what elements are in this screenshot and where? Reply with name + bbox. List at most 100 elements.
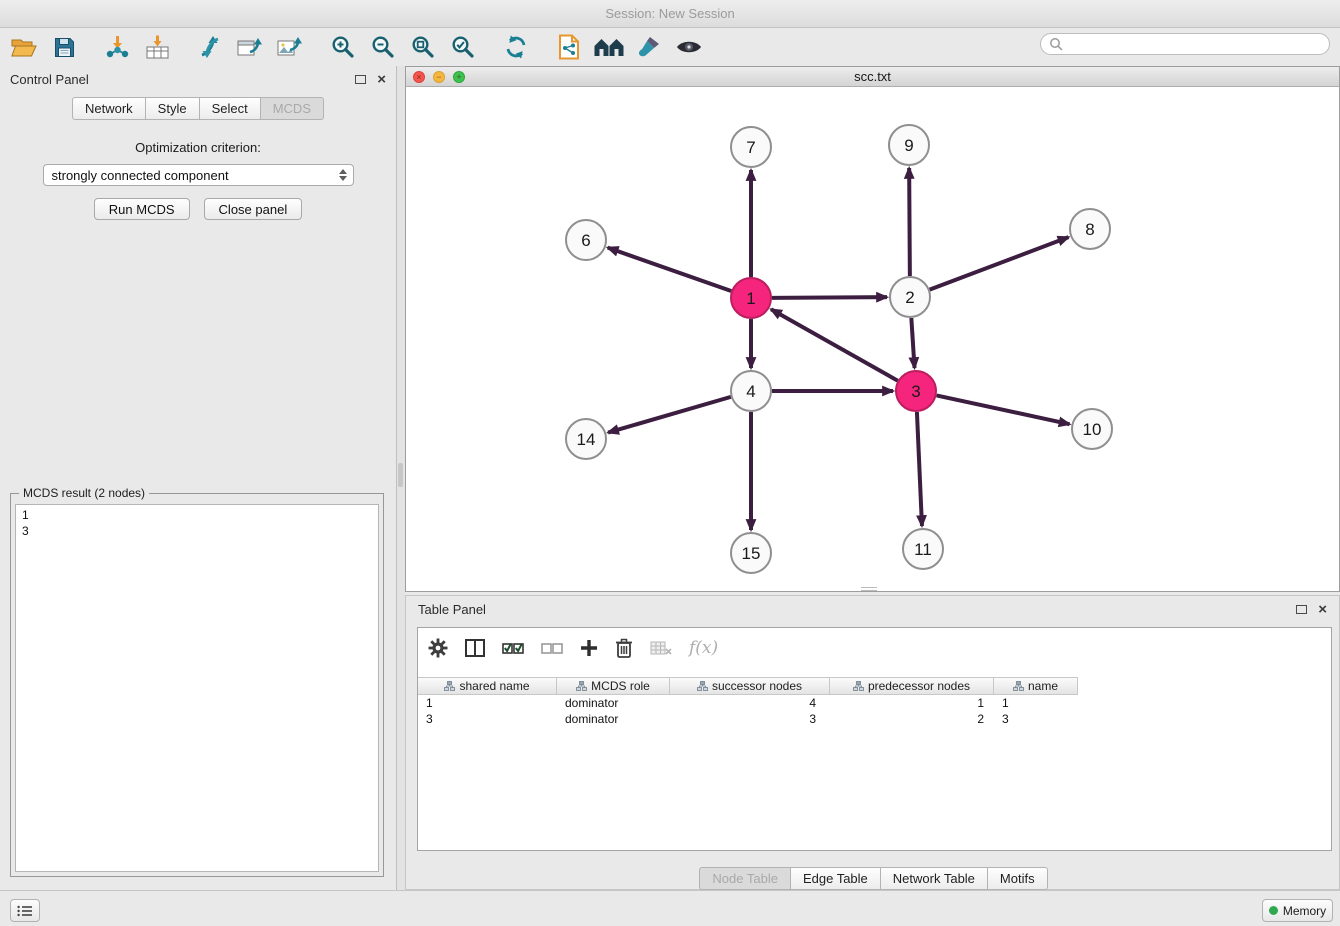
search-box[interactable] (1040, 33, 1330, 55)
zoom-in-button[interactable] (323, 30, 363, 64)
column-header-name[interactable]: name (994, 677, 1078, 695)
float-panel-icon[interactable] (355, 75, 366, 84)
task-history-button[interactable] (10, 899, 40, 922)
memory-status-icon (1269, 906, 1278, 915)
zoom-fit-button[interactable] (403, 30, 443, 64)
document-share-button[interactable] (549, 30, 589, 64)
graph-edge-2-9[interactable] (909, 168, 910, 276)
zoom-out-button[interactable] (363, 30, 403, 64)
memory-label: Memory (1283, 904, 1326, 918)
mcds-result-title: MCDS result (2 nodes) (19, 486, 149, 500)
delete-table-button[interactable] (650, 640, 672, 656)
tab-network[interactable]: Network (72, 97, 146, 120)
tab-network-table[interactable]: Network Table (881, 867, 988, 890)
column-header-mcds-role[interactable]: MCDS role (557, 677, 670, 695)
search-input[interactable] (1068, 37, 1321, 51)
unchecked-boxes-icon (541, 640, 563, 656)
window-resize-grip[interactable] (861, 587, 877, 591)
add-column-button[interactable] (580, 639, 598, 657)
graph-node-label: 14 (577, 430, 596, 449)
document-share-icon (558, 34, 580, 60)
zoom-in-icon (331, 35, 355, 59)
table-panel-title: Table Panel (418, 602, 486, 617)
graph-edge-4-14[interactable] (608, 397, 731, 433)
graph-edge-3-1[interactable] (771, 309, 898, 380)
select-all-button[interactable] (502, 640, 524, 656)
graph-edge-1-6[interactable] (608, 248, 731, 291)
graph-node-label: 9 (904, 136, 913, 155)
style-brush-button[interactable] (629, 30, 669, 64)
float-table-panel-icon[interactable] (1296, 605, 1307, 614)
tab-edge-table[interactable]: Edge Table (791, 867, 881, 890)
delete-table-icon (650, 640, 672, 656)
optimization-criterion-label: Optimization criterion: (0, 140, 396, 155)
graph-node-label: 4 (746, 382, 755, 401)
graph-node-label: 3 (911, 382, 920, 401)
graph-edge-3-10[interactable] (937, 395, 1070, 424)
export-image-button[interactable] (270, 30, 310, 64)
export-network-button[interactable] (230, 30, 270, 64)
tab-mcds[interactable]: MCDS (261, 97, 324, 120)
table-header-row: shared name MCDS role successor (418, 677, 1331, 695)
column-header-shared-name[interactable]: shared name (418, 677, 557, 695)
mcds-result-list[interactable]: 1 3 (15, 504, 379, 872)
tab-select[interactable]: Select (200, 97, 261, 120)
close-panel-icon[interactable] (377, 72, 386, 87)
open-file-button[interactable] (4, 30, 44, 64)
list-icon (17, 905, 33, 917)
memory-button[interactable]: Memory (1262, 899, 1333, 922)
import-network-button[interactable] (97, 30, 137, 64)
attribute-icon (444, 681, 455, 691)
optimization-select[interactable]: strongly connected component (43, 164, 354, 186)
import-table-button[interactable] (137, 30, 177, 64)
network-graph[interactable]: 7968124314101511 (406, 87, 1339, 591)
attribute-icon (576, 681, 587, 691)
control-panel-title: Control Panel (10, 72, 89, 87)
delete-column-button[interactable] (615, 638, 633, 658)
checked-boxes-icon (502, 640, 524, 656)
table-row[interactable]: 1 dominator 4 1 1 (418, 695, 1331, 711)
splitter-handle[interactable] (398, 463, 403, 487)
column-header-successor-nodes[interactable]: successor nodes (670, 677, 830, 695)
deselect-all-button[interactable] (541, 640, 563, 656)
refresh-view-button[interactable] (496, 30, 536, 64)
run-mcds-button[interactable]: Run MCDS (94, 198, 190, 220)
minimize-window-button[interactable] (433, 71, 445, 83)
tab-style[interactable]: Style (146, 97, 200, 120)
close-panel-button[interactable]: Close panel (204, 198, 303, 220)
graph-node-label: 1 (746, 289, 755, 308)
panel-splitter[interactable] (397, 66, 405, 890)
graph-edge-2-3[interactable] (911, 318, 914, 368)
save-session-button[interactable] (44, 30, 84, 64)
network-arrows-button[interactable] (190, 30, 230, 64)
gear-icon (428, 638, 448, 658)
network-canvas[interactable]: 7968124314101511 (406, 87, 1339, 591)
table-row[interactable]: 3 dominator 3 2 3 (418, 711, 1331, 727)
tab-node-table[interactable]: Node Table (699, 867, 791, 890)
mcds-result-line: 3 (22, 523, 372, 539)
export-image-icon (277, 35, 303, 59)
column-header-predecessor-nodes[interactable]: predecessor nodes (830, 677, 994, 695)
graph-edge-2-8[interactable] (930, 237, 1069, 289)
close-table-panel-icon[interactable] (1318, 602, 1327, 617)
home-pages-button[interactable] (589, 30, 629, 64)
zoom-selected-button[interactable] (443, 30, 483, 64)
network-window-titlebar[interactable]: scc.txt (406, 67, 1339, 87)
tab-motifs[interactable]: Motifs (988, 867, 1048, 890)
show-hide-button[interactable] (669, 30, 709, 64)
mcds-result-line: 1 (22, 507, 372, 523)
home-icons (594, 37, 624, 57)
graph-edge-1-2[interactable] (772, 297, 887, 298)
show-columns-button[interactable] (465, 639, 485, 657)
close-window-button[interactable] (413, 71, 425, 83)
import-table-icon (145, 35, 170, 59)
function-builder-button[interactable]: f(x) (689, 638, 718, 658)
select-stepper-icon (339, 169, 349, 181)
node-table: f(x) shared name MCDS role (417, 627, 1332, 851)
table-settings-button[interactable] (428, 638, 448, 658)
window-titlebar[interactable]: Session: New Session (0, 0, 1340, 28)
table-panel: Table Panel (405, 595, 1340, 890)
graph-edge-3-11[interactable] (917, 412, 922, 526)
maximize-window-button[interactable] (453, 71, 465, 83)
zoom-selected-icon (451, 35, 475, 59)
